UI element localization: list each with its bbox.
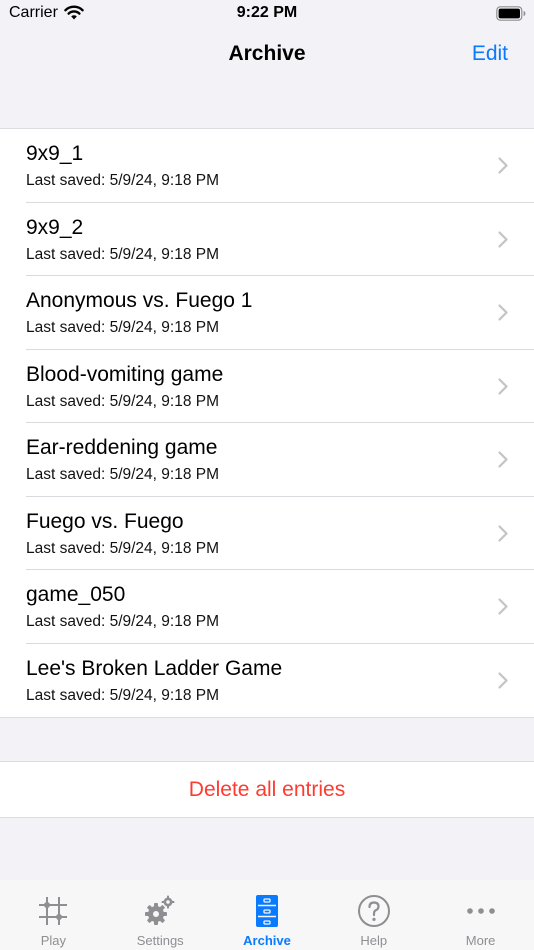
gears-icon (145, 895, 175, 925)
tab-settings[interactable]: Settings (107, 880, 214, 950)
tab-label: Help (360, 933, 388, 948)
entry-title: Fuego vs. Fuego (26, 509, 184, 533)
entry-title: Blood-vomiting game (26, 362, 224, 386)
list-item[interactable]: Fuego vs. Fuego Last saved: 5/9/24, 9:18 … (0, 497, 534, 571)
navigation-bar: Archive Edit (0, 30, 534, 80)
list-item[interactable]: game_050 Last saved: 5/9/24, 9:18 PM (0, 570, 534, 644)
list-item[interactable]: Anonymous vs. Fuego 1 Last saved: 5/9/24,… (0, 276, 534, 350)
entry-title: Ear-reddening game (26, 436, 218, 459)
entry-last-saved: Last saved: 5/9/24, 9:18 PM (26, 245, 220, 263)
filing-cabinet-icon (255, 895, 278, 927)
tab-help[interactable]: Help (320, 880, 427, 950)
status-bar: Carrier 9:22 PM (0, 0, 534, 30)
entry-title: 9x9_2 (26, 215, 84, 239)
tab-bar: Play Settings Archive Help More (0, 880, 534, 950)
list-item[interactable]: 9x9_1 Last saved: 5/9/24, 9:18 PM (0, 129, 534, 203)
tab-label: Archive (243, 933, 291, 948)
entry-last-saved: Last saved: 5/9/24, 9:18 PM (26, 392, 220, 410)
board-grid-icon (39, 897, 68, 925)
tab-label: Settings (136, 933, 184, 948)
ellipsis-icon (466, 908, 495, 914)
chevron-right-icon (498, 230, 508, 248)
delete-all-entries-label: Delete all entries (188, 777, 346, 801)
tab-label: Play (40, 933, 67, 948)
question-circle-icon (357, 895, 390, 927)
entry-last-saved: Last saved: 5/9/24, 9:18 PM (26, 466, 220, 483)
entry-last-saved: Last saved: 5/9/24, 9:18 PM (26, 539, 220, 557)
battery-icon (496, 6, 526, 21)
page-title: Archive (228, 42, 306, 65)
archive-list: 9x9_1 Last saved: 5/9/24, 9:18 PM 9x9_2 Las… (0, 128, 534, 718)
entry-last-saved: Last saved: 5/9/24, 9:18 PM (26, 172, 220, 189)
entry-title: Anonymous vs. Fuego 1 (26, 289, 253, 312)
list-item[interactable]: Blood-vomiting game Last saved: 5/9/24, 9… (0, 350, 534, 424)
delete-all-entries-button[interactable]: Delete all entries (0, 761, 534, 818)
entry-title: game_050 (26, 583, 126, 606)
chevron-right-icon (498, 157, 508, 174)
entry-title: 9x9_1 (26, 142, 84, 165)
status-time: 9:22 PM (236, 4, 298, 21)
edit-button[interactable]: Edit (472, 42, 508, 66)
entry-title: Lee's Broken Ladder Game (26, 656, 283, 680)
tab-archive[interactable]: Archive (214, 880, 321, 950)
tab-more[interactable]: More (427, 880, 534, 950)
entry-last-saved: Last saved: 5/9/24, 9:18 PM (26, 613, 220, 630)
entry-last-saved: Last saved: 5/9/24, 9:18 PM (26, 319, 220, 336)
chevron-right-icon (498, 671, 508, 689)
tab-play[interactable]: Play (0, 880, 107, 950)
archive-screen: Carrier 9:22 PM Archive Edit 9x9_1 Last s… (0, 0, 534, 950)
chevron-right-icon (498, 304, 508, 321)
entry-last-saved: Last saved: 5/9/24, 9:18 PM (26, 686, 220, 704)
list-item[interactable]: 9x9_2 Last saved: 5/9/24, 9:18 PM (0, 203, 534, 277)
chevron-right-icon (498, 377, 508, 395)
list-item[interactable]: Lee's Broken Ladder Game Last saved: 5/9/… (0, 644, 534, 718)
chevron-right-icon (498, 524, 508, 542)
tab-label: More (465, 933, 496, 948)
chevron-right-icon (498, 451, 508, 468)
chevron-right-icon (498, 598, 508, 615)
list-item[interactable]: Ear-reddening game Last saved: 5/9/24, 9:… (0, 423, 534, 497)
